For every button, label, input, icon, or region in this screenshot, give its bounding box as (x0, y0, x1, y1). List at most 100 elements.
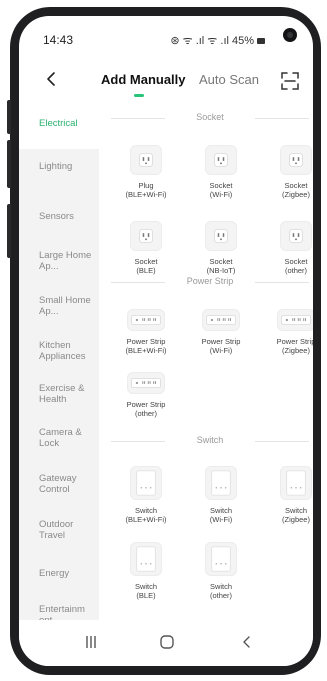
device-card[interactable]: Socket (other) (261, 221, 313, 276)
device-protocol: (other) (209, 591, 233, 601)
device-name: Power Strip (126, 337, 166, 346)
divider (255, 118, 309, 119)
device-protocol: (Wi-Fi) (209, 515, 233, 525)
device-name: Socket (134, 257, 158, 266)
device-name: Socket (284, 257, 308, 266)
scan-button[interactable] (279, 70, 301, 92)
back-button[interactable] (39, 66, 65, 92)
sidebar-item-small-home-appliances[interactable]: Small Home Ap... (19, 295, 99, 318)
wall-switch-icon (130, 542, 162, 576)
section-header-socket: Socket (111, 112, 309, 124)
app-screen: 14:43 ⊛ ᯤ .ıl ᯤ .ıl 45% Add Manually Aut… (19, 16, 313, 666)
device-protocol: (other) (134, 409, 158, 419)
power-strip-icon (277, 309, 313, 331)
device-card[interactable]: Switch (BLE) (111, 542, 181, 601)
section-title: Socket (196, 112, 224, 122)
power-button (7, 140, 11, 188)
socket-icon (205, 221, 237, 251)
sidebar-item-exercise-health[interactable]: Exercise & Health (19, 383, 99, 406)
device-protocol: (BLE) (136, 591, 156, 601)
section-header-power-strip: Power Strip (111, 276, 309, 288)
section-title: Switch (196, 435, 224, 445)
device-card[interactable]: Power Strip (other) (111, 372, 181, 419)
socket-icon (280, 145, 312, 175)
device-card[interactable]: Socket (BLE) (111, 221, 181, 276)
device-name: Socket (284, 181, 308, 190)
device-protocol: (BLE+Wi-Fi) (125, 346, 167, 356)
divider (111, 282, 165, 283)
section-title: Power Strip (186, 276, 234, 286)
device-protocol: (other) (284, 266, 308, 276)
signal-icons: ⊛ ᯤ .ıl ᯤ .ıl (170, 35, 229, 47)
socket-icon (280, 221, 312, 251)
device-name: Socket (209, 257, 233, 266)
device-card[interactable]: Power Strip (Zigbee) (261, 309, 313, 356)
device-protocol: (NB-IoT) (206, 266, 236, 276)
status-bar: 14:43 ⊛ ᯤ .ıl ᯤ .ıl 45% (19, 16, 313, 56)
sidebar-item-energy[interactable]: Energy (19, 568, 99, 579)
sidebar-item-lighting[interactable]: Lighting (19, 161, 99, 172)
recent-apps-button[interactable] (79, 632, 103, 652)
back-icon (243, 636, 250, 648)
side-button (7, 204, 11, 258)
category-sidebar: Electrical Lighting Sensors Large Home A… (19, 103, 99, 626)
battery-icon (257, 37, 265, 44)
device-protocol: (BLE+Wi-Fi) (125, 515, 167, 525)
socket-icon (130, 221, 162, 251)
power-strip-icon (127, 372, 165, 394)
device-catalog: Socket Plug (BLE+Wi-Fi) Socket (Wi-Fi) Soc… (99, 103, 313, 620)
sidebar-item-sensors[interactable]: Sensors (19, 211, 99, 222)
sidebar-item-large-home-appliances[interactable]: Large Home Ap... (19, 250, 99, 273)
sidebar-item-camera-lock[interactable]: Camera & Lock (19, 427, 99, 450)
sidebar-item-gateway-control[interactable]: Gateway Control (19, 473, 99, 496)
device-name: Switch (284, 506, 308, 515)
nav-back-button[interactable] (235, 632, 259, 652)
tab-auto-scan[interactable]: Auto Scan (199, 72, 259, 87)
front-camera (283, 28, 297, 42)
device-card[interactable]: Power Strip (Wi-Fi) (186, 309, 256, 356)
device-protocol: (Wi-Fi) (209, 346, 233, 356)
device-protocol: (Zigbee) (282, 190, 310, 200)
device-card[interactable]: Switch (Wi-Fi) (186, 466, 256, 525)
wall-switch-icon (205, 466, 237, 500)
section-header-switch: Switch (111, 435, 309, 447)
device-protocol: (Zigbee) (282, 515, 310, 525)
tab-add-manually[interactable]: Add Manually (101, 72, 186, 87)
device-name: Socket (209, 181, 233, 190)
device-card[interactable]: Socket (Zigbee) (261, 145, 313, 200)
wall-switch-icon (205, 542, 237, 576)
device-name: Power Strip (276, 337, 313, 346)
scan-frame-icon (281, 72, 299, 90)
device-name: Switch (134, 582, 158, 591)
battery-percent: 45% (231, 34, 254, 47)
header: Add Manually Auto Scan (19, 60, 313, 100)
device-card[interactable]: Socket (Wi-Fi) (186, 145, 256, 200)
divider (111, 441, 165, 442)
chevron-left-icon (47, 72, 55, 86)
divider (255, 282, 309, 283)
wall-switch-icon (130, 466, 162, 500)
power-strip-icon (127, 309, 165, 331)
sidebar-item-kitchen-appliances[interactable]: Kitchen Appliances (19, 340, 99, 363)
device-card[interactable]: Switch (BLE+Wi-Fi) (111, 466, 181, 525)
divider (255, 441, 309, 442)
sidebar-item-outdoor-travel[interactable]: Outdoor Travel (19, 519, 99, 542)
divider (111, 118, 165, 119)
power-strip-icon (202, 309, 240, 331)
device-name: Power Strip (126, 400, 166, 409)
device-name: Switch (209, 506, 233, 515)
sidebar-item-electrical[interactable]: Electrical (19, 103, 99, 149)
device-card[interactable]: Socket (NB-IoT) (186, 221, 256, 276)
status-indicators: ⊛ ᯤ .ıl ᯤ .ıl 45% (170, 33, 265, 48)
volume-button (7, 100, 11, 134)
device-protocol: (BLE) (136, 266, 156, 276)
device-card[interactable]: Plug (BLE+Wi-Fi) (111, 145, 181, 200)
device-card[interactable]: Switch (Zigbee) (261, 466, 313, 525)
home-icon (160, 635, 174, 649)
device-card[interactable]: Switch (other) (186, 542, 256, 601)
socket-icon (205, 145, 237, 175)
device-name: Switch (134, 506, 158, 515)
device-card[interactable]: Power Strip (BLE+Wi-Fi) (111, 309, 181, 356)
home-button[interactable] (155, 632, 179, 652)
device-protocol: (Zigbee) (282, 346, 310, 356)
